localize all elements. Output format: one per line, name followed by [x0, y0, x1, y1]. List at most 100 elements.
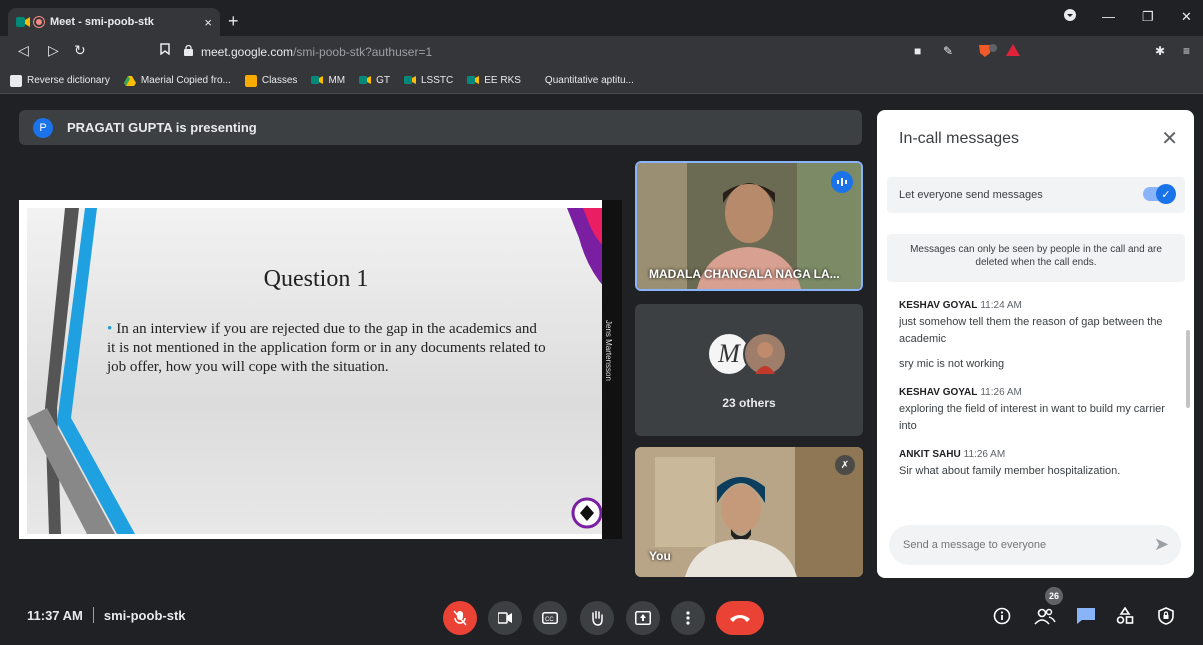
camera-in-use-icon[interactable]: ■: [914, 44, 921, 58]
slide-body: • In an interview if you are rejected due…: [107, 321, 546, 375]
browser-toolbar: ◁ ▷ ↻ meet.google.com/smi-poob-stk?authu…: [0, 36, 1203, 68]
message-input[interactable]: [903, 539, 1143, 551]
self-label: You: [649, 549, 671, 563]
recording-indicator-icon: [34, 17, 44, 27]
host-controls-icon[interactable]: [1158, 607, 1174, 630]
meet-icon: [311, 75, 324, 87]
privacy-notice: Messages can only be seen by people in t…: [887, 234, 1185, 282]
bookmark-item[interactable]: Reverse dictionary: [10, 74, 110, 87]
message-list[interactable]: KESHAV GOYAL 11:24 AM just somehow tell t…: [899, 300, 1169, 520]
meet-icon: [467, 75, 480, 87]
allow-messages-toggle[interactable]: ✓: [1143, 184, 1176, 204]
chat-scrollbar[interactable]: [1186, 330, 1190, 408]
bookmark-item[interactable]: Quantitative aptitu...: [545, 75, 634, 86]
message-text: just somehow tell them the reason of gap…: [899, 316, 1163, 345]
list-item: KESHAV GOYAL 11:24 AM just somehow tell t…: [899, 300, 1169, 373]
bullet-icon: •: [107, 321, 113, 337]
message-time: 11:24 AM: [980, 300, 1022, 311]
speaking-indicator-icon: [831, 171, 853, 193]
message-time: 11:26 AM: [963, 449, 1006, 460]
message-text: Sir what about family member hospitaliza…: [899, 465, 1121, 477]
window-close-icon[interactable]: ✕: [1181, 9, 1192, 25]
bookmark-icon[interactable]: [160, 42, 170, 58]
leave-call-button[interactable]: [716, 601, 764, 635]
bookmark-item[interactable]: EE RKS: [467, 75, 521, 87]
message-composer[interactable]: ➤: [889, 525, 1181, 565]
others-count-label: 23 others: [722, 396, 776, 410]
meeting-details-icon[interactable]: [993, 607, 1011, 630]
check-icon: ✓: [1156, 184, 1176, 204]
browser-tab[interactable]: Meet - smi-poob-stk ×: [8, 8, 220, 36]
profile-dropdown-icon[interactable]: [1064, 9, 1076, 24]
send-icon[interactable]: ➤: [1154, 534, 1169, 555]
mic-toggle-button[interactable]: [443, 601, 477, 635]
camera-toggle-button[interactable]: [488, 601, 522, 635]
list-item: ANKIT SAHU 11:26 AM Sir what about family…: [899, 449, 1169, 480]
current-time: 11:37 AM: [27, 607, 83, 623]
participant-tile-self[interactable]: ✗ You: [635, 447, 863, 577]
meet-stage: P PRAGATI GUPTA is presenting Question 1…: [0, 95, 1203, 645]
minimize-icon[interactable]: —: [1102, 9, 1115, 24]
chat-panel: In-call messages ✕ Let everyone send mes…: [877, 110, 1194, 578]
message-sender: KESHAV GOYAL: [899, 387, 978, 398]
brave-shield-icon[interactable]: [978, 44, 998, 61]
classroom-icon: [244, 74, 257, 87]
meet-icon: [404, 75, 416, 87]
chat-icon[interactable]: [1076, 607, 1096, 630]
google-drive-icon: [123, 75, 136, 87]
bookmark-item[interactable]: MM: [311, 75, 345, 87]
bookmark-item[interactable]: Maerial Copied fro...: [123, 75, 231, 87]
mic-off-icon: ✗: [835, 455, 855, 475]
close-panel-icon[interactable]: ✕: [1161, 126, 1178, 151]
presenter-avatar: P: [33, 117, 53, 138]
avatar: [743, 332, 787, 376]
participant-name: MADALA CHANGALA NAGA LA...: [649, 267, 840, 281]
browser-menu-icon[interactable]: ≡: [1183, 44, 1190, 58]
url-host: meet.google.com: [201, 45, 294, 59]
brave-rewards-icon[interactable]: [1006, 44, 1020, 59]
browser-window: Meet - smi-poob-stk × + — ❐ ✕ ◁ ▷ ↻ meet…: [0, 0, 1203, 645]
bookmark-item[interactable]: GT: [359, 75, 390, 87]
forward-icon[interactable]: ▷: [48, 42, 59, 59]
tab-strip: Meet - smi-poob-stk × + — ❐ ✕: [0, 0, 1203, 36]
others-avatars: M: [707, 332, 787, 376]
people-icon[interactable]: [1034, 607, 1056, 630]
restore-icon[interactable]: ❐: [1142, 9, 1154, 25]
extensions-icon[interactable]: ✱: [1155, 44, 1165, 58]
presenting-text: PRAGATI GUPTA is presenting: [67, 120, 257, 135]
lock-icon: [184, 44, 193, 59]
slide-canvas: Question 1 • In an interview if you are r…: [27, 208, 605, 534]
bookmark-item[interactable]: Classes: [244, 74, 297, 87]
more-vert-icon: [686, 611, 690, 625]
camera-icon: [498, 612, 512, 624]
bookmark-item[interactable]: LSSTC: [404, 75, 453, 87]
hang-up-icon: [730, 615, 750, 622]
meet-icon: [359, 75, 372, 87]
captions-icon: CC: [542, 612, 558, 624]
meet-favicon-icon: [16, 16, 30, 28]
present-icon: [635, 611, 651, 625]
back-icon[interactable]: ◁: [18, 42, 29, 59]
panel-title: In-call messages: [899, 130, 1020, 147]
hand-icon: [592, 610, 603, 626]
mic-off-icon: [453, 610, 467, 626]
participants-count-badge: 26: [1045, 587, 1063, 605]
meeting-code: smi-poob-stk: [103, 607, 186, 623]
share-page-icon[interactable]: ✎: [943, 44, 953, 58]
tab-close-icon[interactable]: ×: [204, 15, 212, 30]
tab-title: Meet - smi-poob-stk: [50, 16, 154, 28]
raise-hand-button[interactable]: [580, 601, 614, 635]
participant-tile-speaker[interactable]: MADALA CHANGALA NAGA LA...: [635, 161, 863, 291]
present-now-button[interactable]: [626, 601, 660, 635]
presentation-slide: Question 1 • In an interview if you are r…: [19, 200, 621, 539]
svg-text:CC: CC: [545, 617, 554, 623]
slide-title: Question 1: [263, 266, 369, 292]
activities-icon[interactable]: [1116, 606, 1134, 630]
message-time: 11:26 AM: [980, 387, 1022, 398]
captions-button[interactable]: CC: [533, 601, 567, 635]
reload-icon[interactable]: ↻: [74, 42, 86, 59]
participant-tile-others[interactable]: M 23 others: [635, 304, 863, 436]
new-tab-button[interactable]: +: [228, 11, 239, 32]
more-options-button[interactable]: [671, 601, 705, 635]
meeting-controls-bar: 11:37 AM smi-poob-stk CC 26: [0, 587, 1203, 645]
